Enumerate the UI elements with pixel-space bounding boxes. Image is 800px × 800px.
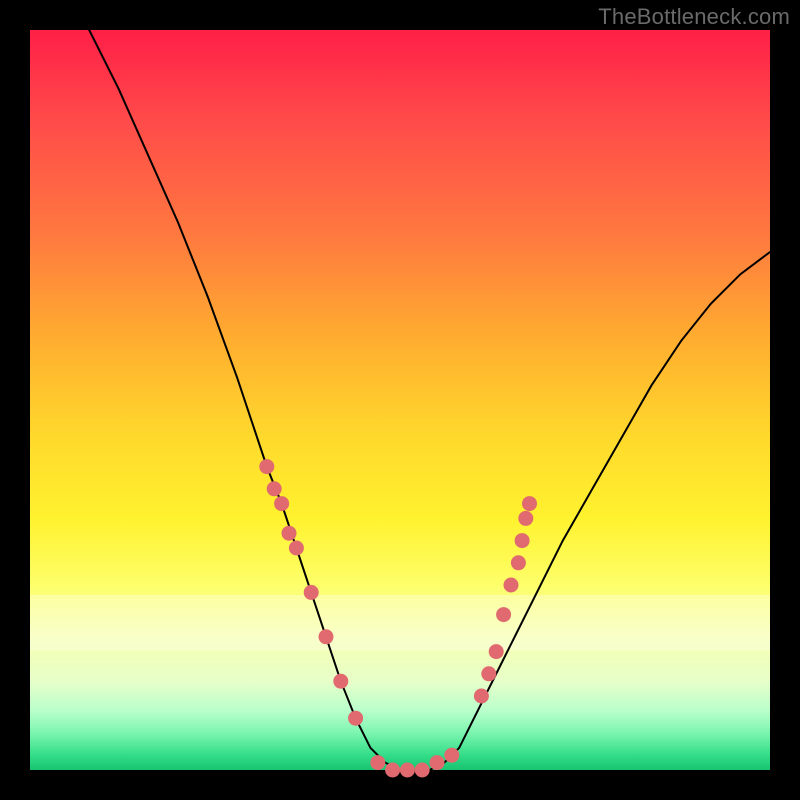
data-point: [275, 497, 289, 511]
data-point: [482, 667, 496, 681]
data-point: [497, 608, 511, 622]
data-point: [515, 534, 529, 548]
data-point: [319, 630, 333, 644]
watermark-label: TheBottleneck.com: [598, 4, 790, 30]
data-point: [260, 460, 274, 474]
data-point: [445, 748, 459, 762]
data-point: [289, 541, 303, 555]
data-point: [511, 556, 525, 570]
data-point: [371, 756, 385, 770]
data-point: [400, 763, 414, 777]
data-point: [267, 482, 281, 496]
data-point: [474, 689, 488, 703]
chart-svg: [30, 30, 770, 770]
data-point: [386, 763, 400, 777]
data-point: [523, 497, 537, 511]
data-point: [489, 645, 503, 659]
chart-stage: TheBottleneck.com: [0, 0, 800, 800]
data-point: [519, 511, 533, 525]
highlight-points: [260, 460, 537, 777]
data-point: [504, 578, 518, 592]
data-point: [334, 674, 348, 688]
data-point: [430, 756, 444, 770]
data-point: [349, 711, 363, 725]
data-point: [304, 585, 318, 599]
data-point: [282, 526, 296, 540]
bottleneck-curve: [89, 30, 770, 770]
data-point: [415, 763, 429, 777]
